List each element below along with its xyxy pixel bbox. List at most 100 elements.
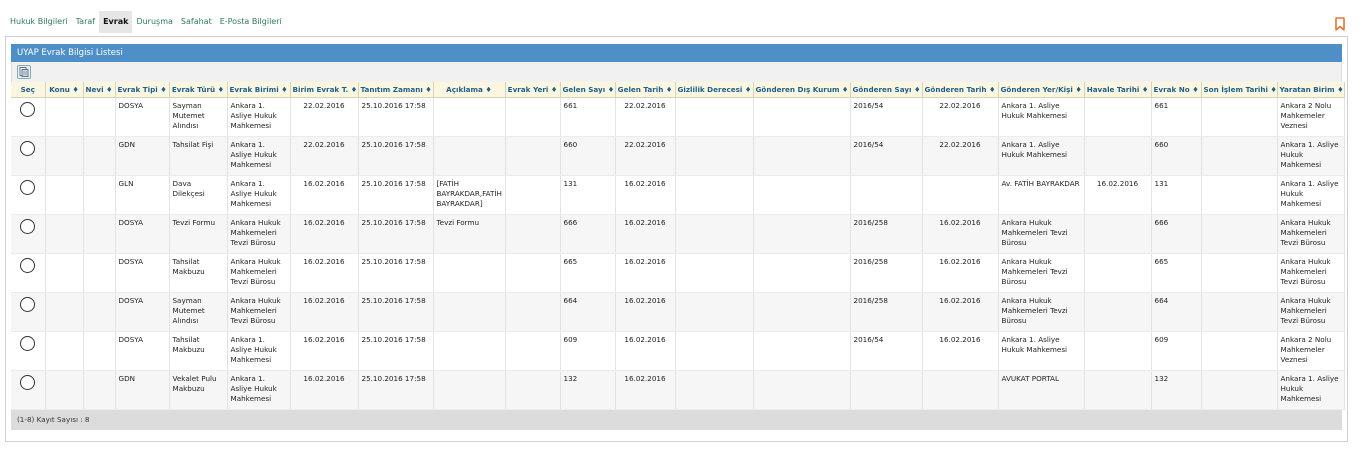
table-cell: [675, 136, 754, 176]
table-row[interactable]: GLN Dava Dilekçesi Ankara 1. Asliye Hukuk …: [11, 175, 1345, 215]
table-cell: [45, 292, 84, 332]
table-row[interactable]: DOSYA Sayman Mutemet Alındısı Ankara Hukuk…: [11, 292, 1345, 332]
column-header[interactable]: Evrak Yeri ♦: [505, 82, 561, 98]
table-cell: [45, 97, 84, 137]
column-header[interactable]: Nevi ♦: [83, 82, 116, 98]
select-radio[interactable]: [20, 218, 36, 234]
select-radio[interactable]: [20, 296, 36, 312]
table-cell: 22.02.2016: [290, 136, 359, 176]
table-cell: Ankara Hukuk Mahkemeleri Tevzi Bürosu: [1277, 253, 1345, 293]
table-cell: 661: [560, 97, 616, 137]
tab-safahat[interactable]: Safahat: [177, 11, 216, 33]
table-cell: [505, 370, 561, 410]
table-cell: [753, 292, 851, 332]
export-icon[interactable]: [17, 65, 31, 79]
table-cell: Ankara 1. Asliye Hukuk Mahkemesi: [998, 136, 1085, 176]
column-header[interactable]: Gönderen Yer/Kişi ♦: [998, 82, 1085, 98]
column-header[interactable]: Evrak Birimi ♦: [227, 82, 291, 98]
table-row[interactable]: GDN Vekalet Pulu Makbuzu Ankara 1. Asliye …: [11, 370, 1345, 410]
table-cell: Ankara Hukuk Mahkemeleri Tevzi Bürosu: [998, 214, 1085, 254]
tab-taraf[interactable]: Taraf: [72, 11, 99, 33]
tab-eposta-bilgileri[interactable]: E-Posta Bilgileri: [216, 11, 286, 33]
table-cell: Ankara 1. Asliye Hukuk Mahkemesi: [227, 136, 291, 176]
table-cell: 665: [560, 253, 616, 293]
select-radio[interactable]: [20, 257, 36, 273]
table-cell: Ankara 1. Asliye Hukuk Mahkemesi: [998, 331, 1085, 371]
table-cell: [1201, 370, 1278, 410]
select-radio[interactable]: [20, 179, 36, 195]
select-radio[interactable]: [20, 101, 36, 117]
table-cell: Ankara 1. Asliye Hukuk Mahkemesi: [227, 97, 291, 137]
select-cell: [11, 214, 46, 254]
column-header[interactable]: Tanıtım Zamanı ♦: [358, 82, 434, 98]
tab-durusma[interactable]: Duruşma: [132, 11, 176, 33]
bookmark-icon[interactable]: [1334, 17, 1346, 31]
column-header[interactable]: Son İşlem Tarihi ♦: [1201, 82, 1278, 98]
table-row[interactable]: DOSYA Tahsilat Makbuzu Ankara Hukuk Mahkem…: [11, 253, 1345, 293]
column-header[interactable]: Gizlilik Derecesi ♦: [675, 82, 754, 98]
table-cell: 16.02.2016: [290, 253, 359, 293]
column-header[interactable]: Gelen Tarih ♦: [615, 82, 676, 98]
table-cell: [1201, 175, 1278, 215]
table-cell: 16.02.2016: [922, 253, 999, 293]
record-count: (1-8) Kayıt Sayısı : 8: [11, 410, 1342, 430]
select-radio[interactable]: [20, 374, 36, 390]
table-row[interactable]: DOSYA Tevzi Formu Ankara Hukuk Mahkemeleri…: [11, 214, 1345, 254]
table-row[interactable]: GDN Tahsilat Fişi Ankara 1. Asliye Hukuk M…: [11, 136, 1345, 176]
table-cell: 665: [1151, 253, 1202, 293]
tab-hukuk-bilgileri[interactable]: Hukuk Bilgileri: [6, 11, 72, 33]
column-header[interactable]: Gönderen Dış Kurum ♦: [753, 82, 851, 98]
table-cell: 660: [1151, 136, 1202, 176]
table-cell: 666: [560, 214, 616, 254]
table-cell: 16.02.2016: [615, 253, 676, 293]
table-cell: 16.02.2016: [922, 214, 999, 254]
select-radio[interactable]: [20, 140, 36, 156]
column-header[interactable]: Gönderen Sayı ♦: [850, 82, 923, 98]
column-header[interactable]: Birim Evrak T. ♦: [290, 82, 359, 98]
table-cell: GDN: [115, 136, 170, 176]
table-cell: 609: [1151, 331, 1202, 371]
table-cell: 25.10.2016 17:58: [358, 370, 434, 410]
column-header[interactable]: Gönderen Tarih ♦: [922, 82, 999, 98]
column-header[interactable]: Evrak Tipi ♦: [115, 82, 170, 98]
table-cell: Ankara 1. Asliye Hukuk Mahkemesi: [1277, 175, 1345, 215]
table-cell: GLN: [115, 175, 170, 215]
table-cell: [433, 292, 506, 332]
table-cell: DOSYA: [115, 253, 170, 293]
table-cell: [850, 370, 923, 410]
table-cell: 2016/258: [850, 292, 923, 332]
column-header[interactable]: Evrak Türü ♦: [169, 82, 228, 98]
table-cell: [FATİH BAYRAKDAR,FATİH BAYRAKDAR]: [433, 175, 506, 215]
table-cell: 16.02.2016: [922, 292, 999, 332]
column-header[interactable]: Havale Tarihi ♦: [1084, 82, 1152, 98]
table-cell: Ankara 1. Asliye Hukuk Mahkemesi: [1277, 136, 1345, 176]
tab-evrak[interactable]: Evrak: [99, 11, 133, 33]
table-cell: DOSYA: [115, 331, 170, 371]
table-cell: Sayman Mutemet Alındısı: [169, 97, 228, 137]
table-cell: Ankara 2 Nolu Mahkemeler Veznesi: [1277, 97, 1345, 137]
table-cell: 22.02.2016: [922, 136, 999, 176]
column-header[interactable]: Açıklama ♦: [433, 82, 506, 98]
table-cell: 2016/54: [850, 136, 923, 176]
table-cell: [753, 370, 851, 410]
table-cell: 22.02.2016: [290, 97, 359, 137]
column-header[interactable]: Yaratan Birim ♦: [1277, 82, 1345, 98]
table-cell: [1084, 370, 1152, 410]
column-header[interactable]: Evrak No ♦: [1151, 82, 1202, 98]
select-radio[interactable]: [20, 335, 36, 351]
table-cell: [433, 253, 506, 293]
table-row[interactable]: DOSYA Tahsilat Makbuzu Ankara 1. Asliye Hu…: [11, 331, 1345, 371]
table-cell: 25.10.2016 17:58: [358, 136, 434, 176]
table-cell: Tevzi Formu: [169, 214, 228, 254]
table-cell: [433, 97, 506, 137]
table-cell: DOSYA: [115, 97, 170, 137]
column-header[interactable]: Gelen Sayı ♦: [560, 82, 616, 98]
table-cell: [83, 175, 116, 215]
table-cell: [433, 370, 506, 410]
evrak-table: Seç Konu ♦ Nevi ♦ Evrak Tipi ♦ Evrak Türü ♦ E…: [11, 82, 1345, 410]
column-header[interactable]: Konu ♦: [45, 82, 84, 98]
table-cell: [1084, 253, 1152, 293]
table-row[interactable]: DOSYA Sayman Mutemet Alındısı Ankara 1. As…: [11, 97, 1345, 137]
select-cell: [11, 136, 46, 176]
table-cell: [83, 253, 116, 293]
